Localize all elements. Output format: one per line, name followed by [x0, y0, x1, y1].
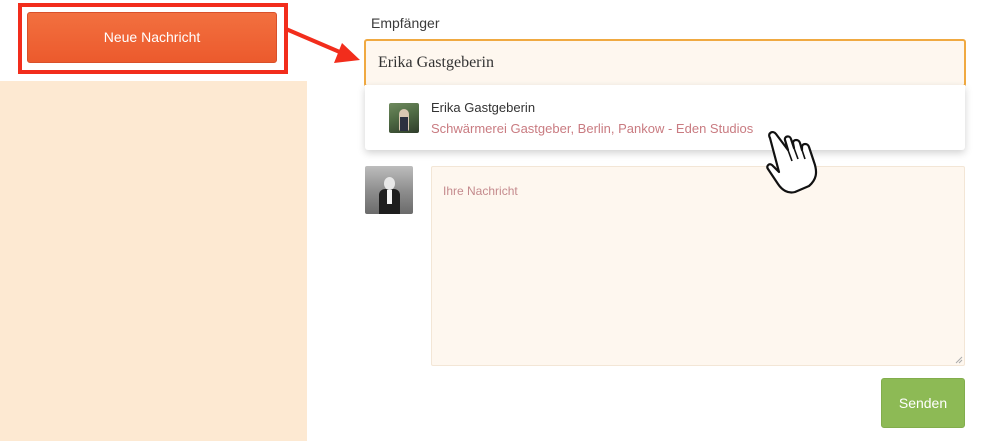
send-button[interactable]: Senden — [881, 378, 965, 428]
recipient-input[interactable]: Erika Gastgeberin — [364, 39, 966, 87]
message-input[interactable] — [431, 166, 965, 366]
arrow-right-icon — [284, 27, 360, 63]
suggestion-item[interactable]: Erika Gastgeberin Schwärmerei Gastgeber,… — [365, 85, 965, 150]
suggestion-name: Erika Gastgeberin — [431, 100, 536, 115]
sender-avatar — [365, 166, 413, 214]
hand-pointer-icon — [766, 131, 818, 194]
recipient-suggestions: Erika Gastgeberin Schwärmerei Gastgeber,… — [365, 85, 965, 150]
resize-handle-icon[interactable] — [955, 356, 963, 364]
recipient-label: Empfänger — [371, 15, 440, 31]
suggestion-avatar — [389, 103, 419, 133]
suggestion-detail: Schwärmerei Gastgeber, Berlin, Pankow - … — [431, 121, 754, 136]
sidebar-panel — [0, 81, 307, 441]
new-message-button[interactable]: Neue Nachricht — [27, 12, 277, 63]
